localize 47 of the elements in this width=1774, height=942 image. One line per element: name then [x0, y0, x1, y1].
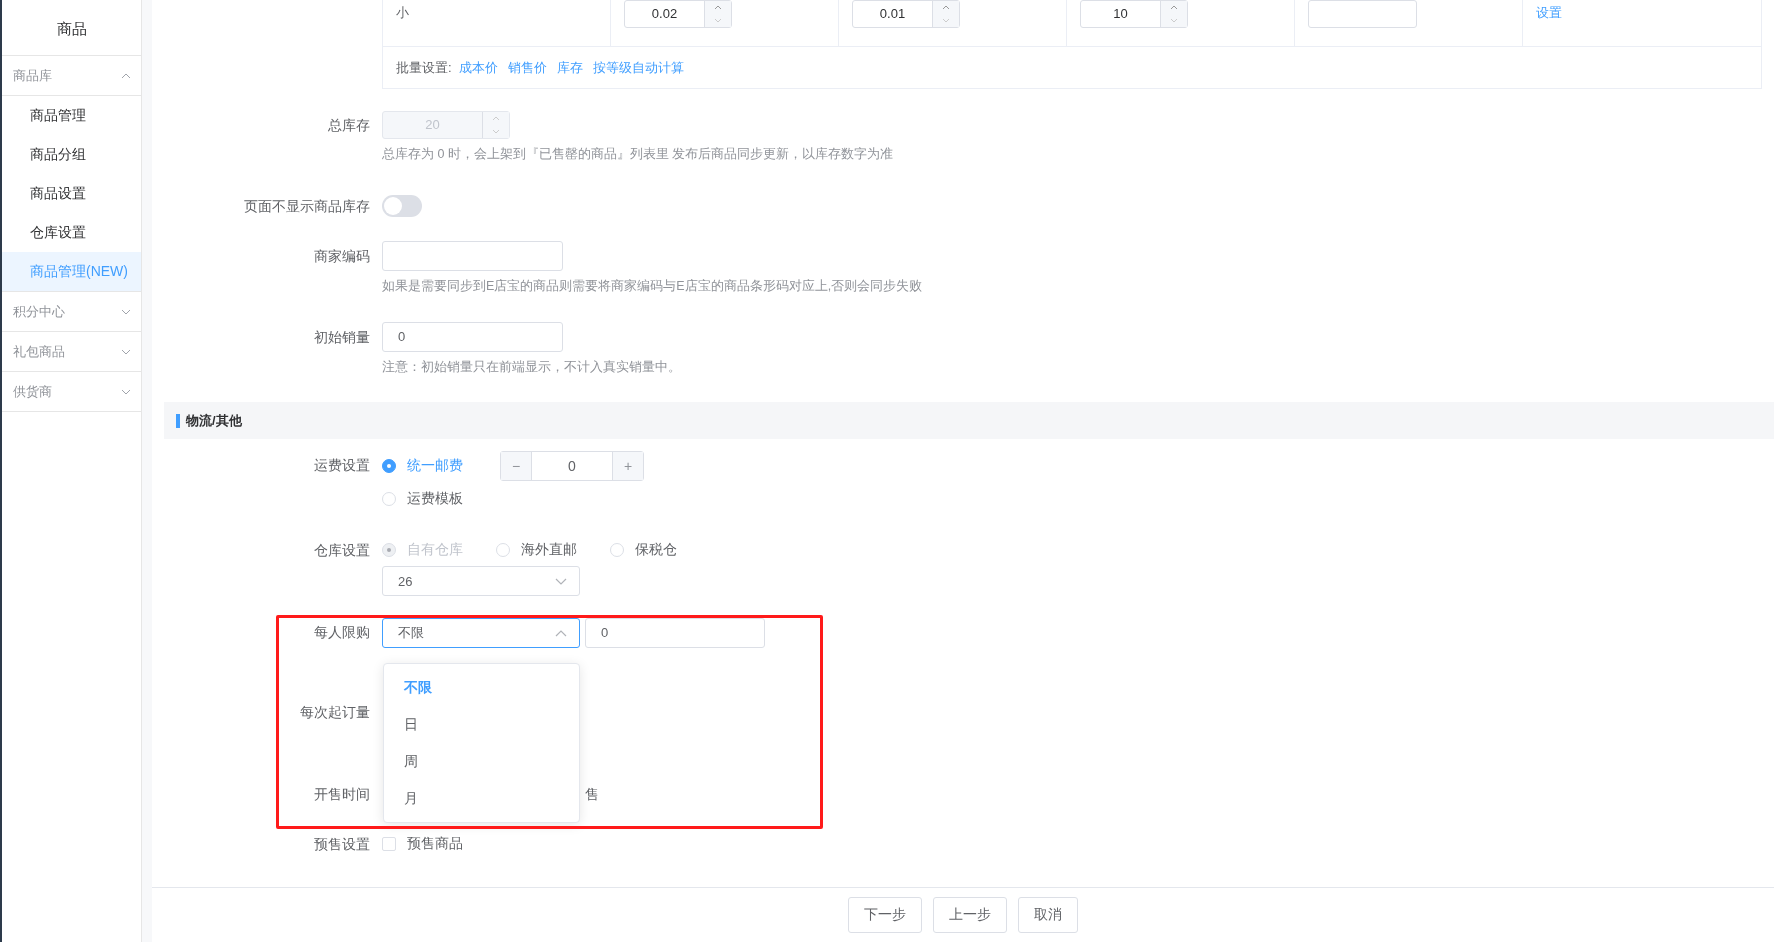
field-label: 页面不显示商品库存	[243, 197, 371, 216]
section-title: 物流/其他	[186, 411, 242, 430]
sidebar-item[interactable]: 商品管理	[2, 96, 141, 135]
option-text: 售	[585, 785, 599, 804]
hint-text: 注意：初始销量只在前端显示，不计入真实销量中。	[382, 359, 682, 376]
field-label: 每次起订量	[299, 703, 371, 722]
field-label: 预售设置	[313, 835, 371, 854]
checkbox[interactable]	[382, 837, 396, 851]
field-label: 商家编码	[313, 247, 371, 266]
sidebar-title: 商品	[2, 0, 141, 56]
input-field[interactable]: 0	[585, 618, 765, 648]
radio-button[interactable]	[382, 459, 396, 473]
select-field[interactable]: 26	[382, 566, 580, 596]
toggle-switch[interactable]	[382, 195, 422, 217]
sidebar-item[interactable]: 仓库设置	[2, 213, 141, 252]
number-stepper[interactable]: 10	[1080, 0, 1188, 28]
hint-text: 如果是需要同步到E店宝的商品则需要将商家编码与E店宝的商品条形码对应上,否则会同步失败	[382, 278, 924, 295]
field-label: 总库存	[327, 116, 371, 135]
dropdown-option[interactable]: 周	[384, 743, 579, 780]
checkbox-label[interactable]: 预售商品	[407, 835, 463, 853]
batch-label: 批量设置:	[396, 58, 452, 77]
input-field[interactable]	[1308, 0, 1417, 28]
sidebar-item[interactable]: 商品分组	[2, 135, 141, 174]
dropdown-option[interactable]: 日	[384, 706, 579, 743]
select-field[interactable]: 不限	[382, 618, 580, 648]
sidebar-item[interactable]: 商品设置	[2, 174, 141, 213]
field-label: 初始销量	[313, 328, 371, 347]
sidebar-group[interactable]: 积分中心	[2, 292, 141, 332]
field-label: 运费设置	[313, 456, 371, 475]
chevron-icon	[555, 629, 567, 637]
table-cell: 小	[396, 5, 409, 20]
input-field[interactable]: 0	[382, 322, 563, 352]
radio-label[interactable]: 保税仓	[635, 541, 677, 559]
footer-button[interactable]: 取消	[1018, 897, 1078, 933]
field-label: 仓库设置	[313, 541, 371, 560]
footer-button[interactable]: 下一步	[848, 897, 922, 933]
field-label: 每人限购	[313, 623, 371, 642]
dropdown-option[interactable]: 月	[384, 780, 579, 817]
field-label: 开售时间	[313, 785, 371, 804]
number-stepper[interactable]: 0.01	[852, 0, 960, 28]
hint-text: 总库存为 0 时，会上架到『已售罄的商品』列表里 发布后商品同步更新，以库存数字为准	[382, 146, 895, 163]
input-field[interactable]	[382, 241, 563, 271]
number-stepper[interactable]: 0.02	[624, 0, 732, 28]
radio-label[interactable]: 运费模板	[407, 490, 463, 508]
footer-button[interactable]: 上一步	[933, 897, 1007, 933]
chevron-icon	[555, 577, 567, 585]
radio-label[interactable]: 海外直邮	[521, 541, 577, 559]
